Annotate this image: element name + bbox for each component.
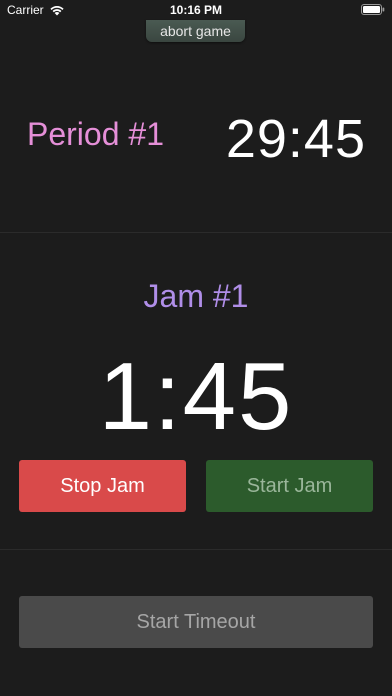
section-divider (0, 549, 392, 550)
status-bar: Carrier 10:16 PM (0, 0, 392, 20)
status-time: 10:16 PM (169, 3, 223, 17)
start-timeout-button[interactable]: Start Timeout (19, 596, 373, 648)
jam-label: Jam #1 (143, 278, 249, 314)
start-jam-button[interactable]: Start Jam (206, 460, 373, 512)
jam-clock: 1:45 (98, 343, 294, 450)
abort-game-button[interactable]: abort game (146, 20, 245, 42)
section-divider (0, 232, 392, 233)
stop-jam-button[interactable]: Stop Jam (19, 460, 186, 512)
battery-icon (361, 4, 385, 15)
period-label: Period #1 (27, 116, 164, 152)
period-clock: 29:45 (225, 109, 366, 169)
